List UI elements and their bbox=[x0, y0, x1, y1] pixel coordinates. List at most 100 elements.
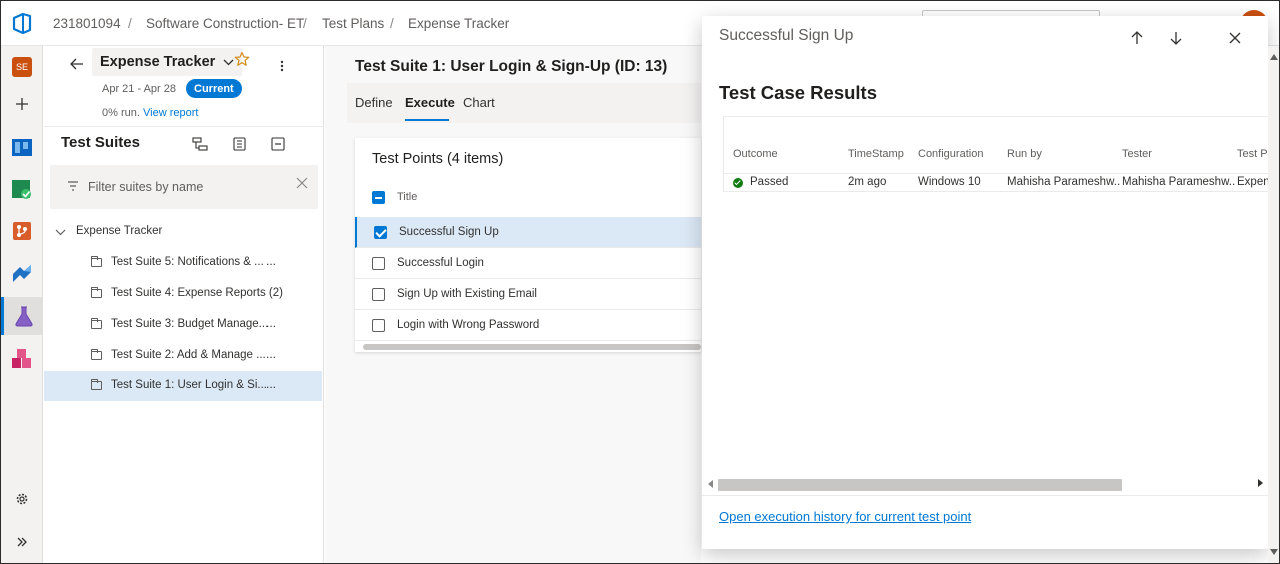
scroll-down-icon[interactable] bbox=[1270, 549, 1278, 555]
scroll-up-icon[interactable] bbox=[1270, 54, 1278, 60]
back-button[interactable] bbox=[65, 52, 89, 76]
results-table: Outcome TimeStamp Configuration Run by T… bbox=[723, 116, 1268, 192]
suite-item[interactable]: Test Suite 5: Notifications & ... ... bbox=[44, 248, 322, 278]
breadcrumb-org[interactable]: 231801094 bbox=[53, 16, 121, 31]
timestamp-cell: 2m ago bbox=[848, 176, 887, 188]
horizontal-scrollbar[interactable] bbox=[363, 344, 701, 350]
row-checkbox[interactable] bbox=[372, 319, 385, 332]
view-report-link[interactable]: View report bbox=[143, 107, 198, 119]
boards-icon bbox=[12, 139, 32, 156]
folder-icon bbox=[91, 256, 102, 267]
packages-button[interactable] bbox=[1, 340, 43, 378]
test-plans-button[interactable] bbox=[1, 297, 43, 335]
more-icon[interactable]: ... bbox=[266, 347, 276, 361]
previous-button[interactable] bbox=[1125, 26, 1149, 50]
project-badge: SE bbox=[12, 57, 32, 77]
breadcrumb-separator: / bbox=[390, 16, 394, 31]
tree-root-item[interactable]: Expense Tracker bbox=[44, 221, 324, 243]
status-badge: Current bbox=[186, 79, 242, 98]
star-icon[interactable] bbox=[234, 51, 250, 67]
collapse-all-icon[interactable] bbox=[269, 136, 287, 152]
more-icon[interactable]: ... bbox=[266, 316, 276, 330]
tab-chart[interactable]: Chart bbox=[463, 95, 495, 110]
next-button[interactable] bbox=[1164, 26, 1188, 50]
chevron-down-icon bbox=[223, 59, 234, 65]
project-badge-button[interactable]: SE bbox=[1, 48, 43, 86]
results-heading: Test Case Results bbox=[719, 82, 877, 103]
horizontal-scrollbar[interactable] bbox=[703, 477, 1267, 493]
settings-button[interactable] bbox=[1, 480, 43, 518]
divider bbox=[702, 495, 1268, 496]
suite-label: Test Suite 4: Expense Reports (2) bbox=[111, 287, 283, 299]
folder-icon bbox=[91, 318, 102, 329]
suite-label: Test Suite 5: Notifications & ... bbox=[111, 256, 264, 268]
tab-execute[interactable]: Execute bbox=[405, 95, 455, 110]
suite-item-selected[interactable]: Test Suite 1: User Login & Si... ... bbox=[44, 371, 322, 401]
filter-icon bbox=[68, 181, 78, 191]
test-plan-cell: Expens bbox=[1237, 176, 1268, 188]
repos-icon bbox=[13, 222, 31, 240]
azure-devops-logo-icon[interactable] bbox=[11, 12, 33, 34]
column-header-outcome[interactable]: Outcome bbox=[733, 148, 778, 160]
column-header-run-by[interactable]: Run by bbox=[1007, 148, 1042, 160]
scroll-left-icon[interactable] bbox=[708, 480, 714, 488]
scroll-right-icon[interactable] bbox=[1257, 479, 1263, 487]
filter-box bbox=[50, 165, 318, 209]
test-point-row[interactable]: Login with Wrong Password bbox=[355, 310, 701, 341]
tab-define[interactable]: Define bbox=[355, 95, 393, 110]
divider bbox=[44, 126, 324, 127]
boards-button[interactable] bbox=[1, 128, 43, 166]
tab-bar: Define Execute Chart bbox=[347, 83, 701, 123]
column-header-timestamp[interactable]: TimeStamp bbox=[848, 148, 904, 160]
expand-nav-button[interactable] bbox=[1, 523, 43, 561]
breadcrumb-section[interactable]: Test Plans bbox=[322, 16, 384, 31]
active-tab-indicator bbox=[405, 119, 449, 121]
new-item-button[interactable] bbox=[1, 85, 43, 123]
pipelines-button[interactable] bbox=[1, 170, 43, 208]
close-icon[interactable] bbox=[296, 177, 308, 189]
tree-root-label: Expense Tracker bbox=[76, 225, 163, 237]
more-icon[interactable]: ... bbox=[266, 254, 276, 268]
column-header-title[interactable]: Title bbox=[397, 191, 417, 203]
artifacts-button[interactable] bbox=[1, 254, 43, 292]
app-window: 231801094 / Software Construction- ET / … bbox=[0, 0, 1280, 564]
test-point-row[interactable]: Successful Login bbox=[355, 248, 701, 279]
column-header-configuration[interactable]: Configuration bbox=[918, 148, 983, 160]
passed-icon bbox=[733, 178, 743, 188]
repos-button[interactable] bbox=[1, 212, 43, 250]
close-button[interactable] bbox=[1223, 26, 1247, 50]
filter-suites-input[interactable] bbox=[88, 177, 278, 197]
test-point-row[interactable]: Successful Sign Up bbox=[355, 217, 701, 248]
outcome-cell[interactable]: Passed bbox=[750, 176, 788, 188]
run-percent: 0% run. bbox=[102, 107, 140, 119]
suite-item[interactable]: Test Suite 3: Budget Manage... ... bbox=[44, 310, 322, 340]
column-header-tester[interactable]: Tester bbox=[1122, 148, 1152, 160]
breadcrumb-plan[interactable]: Expense Tracker bbox=[408, 16, 509, 31]
double-chevron-right-icon bbox=[17, 537, 27, 547]
breadcrumb-separator: / bbox=[128, 16, 132, 31]
breadcrumb-separator: / bbox=[303, 16, 307, 31]
column-header-test-plan[interactable]: Test Pla bbox=[1237, 148, 1268, 160]
more-icon[interactable]: ... bbox=[266, 377, 276, 391]
vertical-scrollbar[interactable] bbox=[1268, 46, 1279, 563]
row-checkbox[interactable] bbox=[372, 288, 385, 301]
suite-hierarchy-icon[interactable] bbox=[191, 136, 209, 152]
suite-label: Test Suite 1: User Login & Si... bbox=[111, 379, 267, 391]
scrollbar-thumb[interactable] bbox=[718, 479, 1122, 491]
test-point-row[interactable]: Sign Up with Existing Email bbox=[355, 279, 701, 310]
tester-cell: Mahisha Parameshw... bbox=[1122, 176, 1235, 188]
arrow-left-icon bbox=[70, 58, 83, 70]
expand-all-icon[interactable] bbox=[231, 136, 249, 152]
more-vertical-icon[interactable] bbox=[280, 60, 284, 72]
row-checkbox[interactable] bbox=[372, 257, 385, 270]
execution-history-link[interactable]: Open execution history for current test … bbox=[719, 509, 971, 524]
suite-item[interactable]: Test Suite 2: Add & Manage ... ... bbox=[44, 341, 322, 371]
chevron-down-icon[interactable] bbox=[55, 227, 66, 238]
plan-picker-dropdown[interactable]: Expense Tracker bbox=[92, 48, 243, 76]
suite-item[interactable]: Test Suite 4: Expense Reports (2) bbox=[44, 279, 322, 309]
select-all-checkbox[interactable] bbox=[372, 191, 385, 204]
row-checkbox[interactable] bbox=[374, 226, 387, 239]
gear-icon bbox=[16, 493, 28, 505]
breadcrumb-project[interactable]: Software Construction- ET bbox=[146, 16, 304, 31]
close-icon bbox=[1229, 32, 1241, 44]
